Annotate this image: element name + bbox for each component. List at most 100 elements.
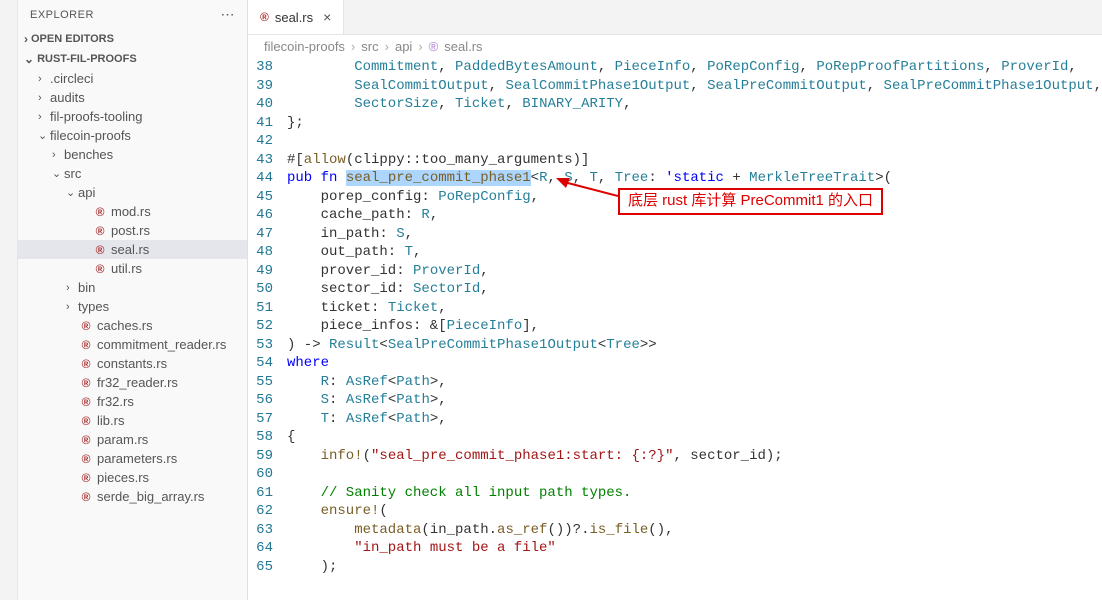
- tree-item[interactable]: ®util.rs: [18, 259, 247, 278]
- chevron-right-icon: ›: [52, 149, 64, 161]
- rust-file-icon: ®: [78, 395, 94, 409]
- open-editors-section[interactable]: › OPEN EDITORS: [18, 29, 247, 49]
- tree-item[interactable]: ®caches.rs: [18, 316, 247, 335]
- rust-file-icon: ®: [78, 471, 94, 485]
- breadcrumb-item[interactable]: api: [395, 39, 412, 54]
- tree-item[interactable]: ›benches: [18, 145, 247, 164]
- line-gutter: 38 39 40 41 42 43 44 45 46 47 48 49 50 5…: [248, 58, 287, 600]
- close-icon[interactable]: ×: [323, 9, 331, 25]
- code-body[interactable]: Commitment, PaddedBytesAmount, PieceInfo…: [287, 58, 1102, 600]
- tree-label: parameters.rs: [97, 451, 177, 466]
- tree-item[interactable]: ›types: [18, 297, 247, 316]
- rust-file-icon: ®: [78, 319, 94, 333]
- tab-label: seal.rs: [275, 10, 313, 25]
- tree-label: src: [64, 166, 81, 181]
- activity-bar: [0, 0, 18, 600]
- tree-item[interactable]: ®fr32_reader.rs: [18, 373, 247, 392]
- breadcrumb-item[interactable]: src: [361, 39, 378, 54]
- rust-file-icon: ®: [78, 433, 94, 447]
- rust-file-icon: ®: [78, 490, 94, 504]
- rust-file-icon: ®: [429, 39, 439, 54]
- chevron-right-icon: ›: [38, 92, 50, 104]
- chevron-right-icon: ›: [24, 32, 28, 46]
- tree-item-seal[interactable]: ®seal.rs: [18, 240, 247, 259]
- tree-label: param.rs: [97, 432, 148, 447]
- tree-label: constants.rs: [97, 356, 167, 371]
- file-tree: ›.circleci ›audits ›fil-proofs-tooling ⌄…: [18, 69, 247, 600]
- tree-label: mod.rs: [111, 204, 151, 219]
- tree-label: bin: [78, 280, 95, 295]
- tree-label: benches: [64, 147, 113, 162]
- chevron-right-icon: ›: [38, 73, 50, 85]
- tree-item[interactable]: ®param.rs: [18, 430, 247, 449]
- tree-item[interactable]: ⌄filecoin-proofs: [18, 126, 247, 145]
- tree-item[interactable]: ®fr32.rs: [18, 392, 247, 411]
- breadcrumb-item[interactable]: filecoin-proofs: [264, 39, 345, 54]
- tree-label: pieces.rs: [97, 470, 149, 485]
- chevron-right-icon: ›: [418, 39, 422, 54]
- rust-file-icon: ®: [78, 357, 94, 371]
- tab-bar: ® seal.rs ×: [248, 0, 1102, 35]
- tree-label: commitment_reader.rs: [97, 337, 226, 352]
- tree-label: caches.rs: [97, 318, 153, 333]
- tree-label: post.rs: [111, 223, 150, 238]
- tree-label: types: [78, 299, 109, 314]
- code-editor[interactable]: 38 39 40 41 42 43 44 45 46 47 48 49 50 5…: [248, 58, 1102, 600]
- tree-label: filecoin-proofs: [50, 128, 131, 143]
- tree-item[interactable]: ®serde_big_array.rs: [18, 487, 247, 506]
- annotation-text: 底层 rust 库计算 PreCommit1 的入口: [628, 192, 873, 209]
- sidebar-header: EXPLORER ⋯: [18, 0, 247, 29]
- tree-item[interactable]: ⌄src: [18, 164, 247, 183]
- explorer-title: EXPLORER: [30, 9, 94, 21]
- rust-file-icon: ®: [78, 338, 94, 352]
- tree-item[interactable]: ›fil-proofs-tooling: [18, 107, 247, 126]
- annotation-box: 底层 rust 库计算 PreCommit1 的入口: [618, 188, 883, 215]
- tree-item[interactable]: ®parameters.rs: [18, 449, 247, 468]
- chevron-down-icon: ⌄: [38, 129, 50, 142]
- tree-label: lib.rs: [97, 413, 124, 428]
- sidebar: EXPLORER ⋯ › OPEN EDITORS ⌄ RUST-FIL-PRO…: [18, 0, 248, 600]
- workspace-section[interactable]: ⌄ RUST-FIL-PROOFS: [18, 49, 247, 69]
- tree-label: api: [78, 185, 95, 200]
- chevron-right-icon: ›: [385, 39, 389, 54]
- breadcrumb-item[interactable]: seal.rs: [444, 39, 482, 54]
- chevron-right-icon: ›: [351, 39, 355, 54]
- rust-file-icon: ®: [78, 414, 94, 428]
- tree-label: .circleci: [50, 71, 93, 86]
- tree-item[interactable]: ⌄api: [18, 183, 247, 202]
- tree-item[interactable]: ®commitment_reader.rs: [18, 335, 247, 354]
- chevron-down-icon: ⌄: [52, 167, 64, 180]
- rust-file-icon: ®: [92, 262, 108, 276]
- tree-item[interactable]: ®lib.rs: [18, 411, 247, 430]
- tree-item[interactable]: ®mod.rs: [18, 202, 247, 221]
- rust-file-icon: ®: [92, 243, 108, 257]
- tree-label: fr32.rs: [97, 394, 134, 409]
- rust-file-icon: ®: [92, 205, 108, 219]
- rust-file-icon: ®: [92, 224, 108, 238]
- tree-label: util.rs: [111, 261, 142, 276]
- tree-item[interactable]: ®pieces.rs: [18, 468, 247, 487]
- tree-item[interactable]: ›audits: [18, 88, 247, 107]
- tree-item[interactable]: ›.circleci: [18, 69, 247, 88]
- chevron-right-icon: ›: [66, 301, 78, 313]
- chevron-down-icon: ⌄: [24, 52, 34, 66]
- tab-seal[interactable]: ® seal.rs ×: [248, 0, 344, 34]
- breadcrumb[interactable]: filecoin-proofs › src › api › ® seal.rs: [248, 35, 1102, 58]
- chevron-right-icon: ›: [38, 111, 50, 123]
- rust-file-icon: ®: [78, 452, 94, 466]
- tree-label: audits: [50, 90, 85, 105]
- rust-file-icon: ®: [260, 10, 269, 24]
- tree-label: fr32_reader.rs: [97, 375, 178, 390]
- rust-file-icon: ®: [78, 376, 94, 390]
- tree-label: fil-proofs-tooling: [50, 109, 143, 124]
- tree-item[interactable]: ›bin: [18, 278, 247, 297]
- chevron-down-icon: ⌄: [66, 186, 78, 199]
- tree-item[interactable]: ®post.rs: [18, 221, 247, 240]
- sidebar-more-icon[interactable]: ⋯: [221, 6, 236, 23]
- tree-item[interactable]: ®constants.rs: [18, 354, 247, 373]
- editor-pane: ® seal.rs × filecoin-proofs › src › api › ®…: [248, 0, 1102, 600]
- annotation-arrow: [556, 178, 618, 202]
- open-editors-label: OPEN EDITORS: [31, 33, 114, 45]
- tree-label: seal.rs: [111, 242, 149, 257]
- tree-label: serde_big_array.rs: [97, 489, 204, 504]
